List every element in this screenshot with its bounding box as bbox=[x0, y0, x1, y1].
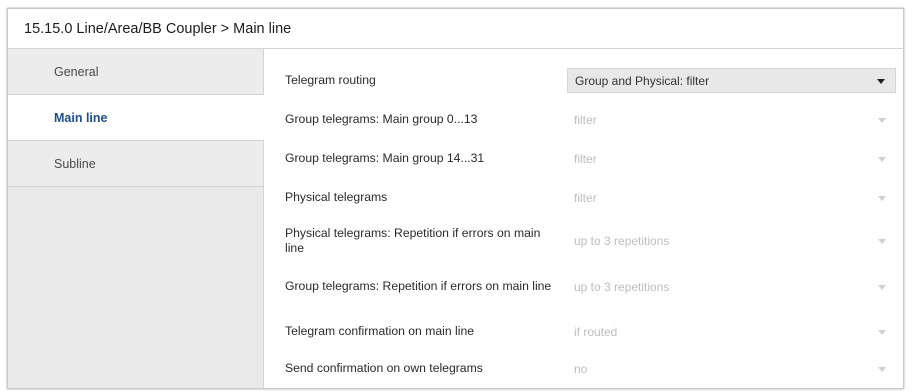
chevron-down-icon bbox=[878, 238, 886, 244]
parameter-row-telegram-routing: Telegram routing Group and Physical: fil… bbox=[264, 68, 903, 93]
parameter-row-group-repetition: Group telegrams: Repetition if errors on… bbox=[264, 269, 903, 304]
parameter-row-physical-telegrams: Physical telegrams filter bbox=[264, 185, 903, 210]
parameter-row-physical-repetition: Physical telegrams: Repetition if errors… bbox=[264, 223, 903, 258]
parameter-label: Group telegrams: Main group 0...13 bbox=[285, 112, 478, 126]
sidebar-item-general[interactable]: General bbox=[8, 49, 263, 95]
group-telegrams-14-31-select[interactable]: filter bbox=[567, 146, 896, 171]
select-value: up to 3 repetitions bbox=[574, 279, 670, 294]
sidebar-item-main-line[interactable]: Main line bbox=[8, 95, 264, 141]
telegram-confirmation-select[interactable]: if routed bbox=[567, 319, 896, 344]
parameter-label: Physical telegrams bbox=[285, 190, 388, 204]
parameter-row-group-telegrams-0-13: Group telegrams: Main group 0...13 filte… bbox=[264, 107, 903, 132]
window-title: 15.15.0 Line/Area/BB Coupler > Main line bbox=[8, 9, 903, 49]
parameter-label: Telegram confirmation on main line bbox=[285, 324, 474, 338]
chevron-down-icon bbox=[878, 366, 886, 372]
group-telegrams-0-13-select[interactable]: filter bbox=[567, 107, 896, 132]
select-value: filter bbox=[574, 190, 597, 205]
chevron-down-icon bbox=[877, 78, 885, 84]
sidebar-item-label: Subline bbox=[54, 156, 96, 171]
parameter-label: Group telegrams: Main group 14...31 bbox=[285, 151, 485, 165]
select-value: if routed bbox=[574, 324, 618, 339]
parameter-row-send-confirmation: Send confirmation on own telegrams no bbox=[264, 356, 903, 381]
telegram-routing-select[interactable]: Group and Physical: filter bbox=[567, 68, 896, 93]
parameter-label: Send confirmation on own telegrams bbox=[285, 361, 483, 375]
send-confirmation-select[interactable]: no bbox=[567, 356, 896, 381]
sidebar: General Main line Subline bbox=[8, 49, 264, 388]
parameter-label: Group telegrams: Repetition if errors on… bbox=[285, 279, 552, 293]
sidebar-item-label: General bbox=[54, 64, 99, 79]
parameter-row-group-telegrams-14-31: Group telegrams: Main group 14...31 filt… bbox=[264, 146, 903, 171]
physical-telegrams-select[interactable]: filter bbox=[567, 185, 896, 210]
parameter-label: Telegram routing bbox=[285, 73, 376, 87]
select-value: Group and Physical: filter bbox=[575, 73, 710, 88]
parameter-panel: Telegram routing Group and Physical: fil… bbox=[264, 49, 903, 388]
group-repetition-select[interactable]: up to 3 repetitions bbox=[567, 274, 896, 299]
select-value: no bbox=[574, 361, 588, 376]
select-value: filter bbox=[574, 112, 597, 127]
chevron-down-icon bbox=[878, 156, 886, 162]
chevron-down-icon bbox=[878, 117, 886, 123]
select-value: filter bbox=[574, 151, 597, 166]
sidebar-item-subline[interactable]: Subline bbox=[8, 141, 263, 187]
parameter-row-telegram-confirmation: Telegram confirmation on main line if ro… bbox=[264, 319, 903, 344]
physical-repetition-select[interactable]: up to 3 repetitions bbox=[567, 228, 896, 253]
chevron-down-icon bbox=[878, 329, 886, 335]
parameter-label: Physical telegrams: Repetition if errors… bbox=[285, 225, 541, 255]
chevron-down-icon bbox=[878, 195, 886, 201]
chevron-down-icon bbox=[878, 284, 886, 290]
parameter-window: 15.15.0 Line/Area/BB Coupler > Main line… bbox=[7, 8, 904, 389]
select-value: up to 3 repetitions bbox=[574, 233, 670, 248]
sidebar-item-label: Main line bbox=[54, 110, 108, 125]
